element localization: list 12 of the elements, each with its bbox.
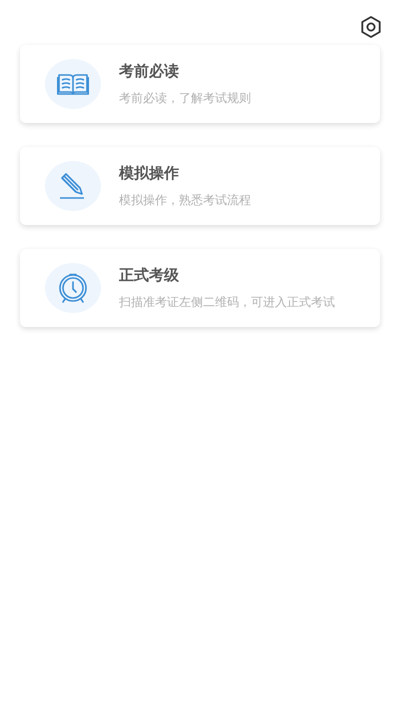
card-title: 考前必读	[119, 62, 180, 80]
alarm-clock-icon	[58, 272, 88, 304]
menu-card[interactable]: 正式考级 扫描准考证左侧二维码，可进入正式考试	[20, 249, 380, 327]
menu-card[interactable]: 模拟操作 模拟操作，熟悉考试流程	[20, 147, 380, 225]
card-subtitle: 模拟操作，熟悉考试流程	[119, 192, 251, 208]
card-subtitle: 考前必读，了解考试规则	[119, 90, 251, 106]
settings-icon[interactable]	[359, 14, 383, 38]
card-title: 正式考级	[119, 266, 180, 284]
book-icon	[57, 72, 89, 96]
menu-card[interactable]: 考前必读 考前必读，了解考试规则	[20, 45, 380, 123]
card-subtitle: 扫描准考证左侧二维码，可进入正式考试	[119, 294, 335, 310]
card-title: 模拟操作	[119, 164, 180, 182]
